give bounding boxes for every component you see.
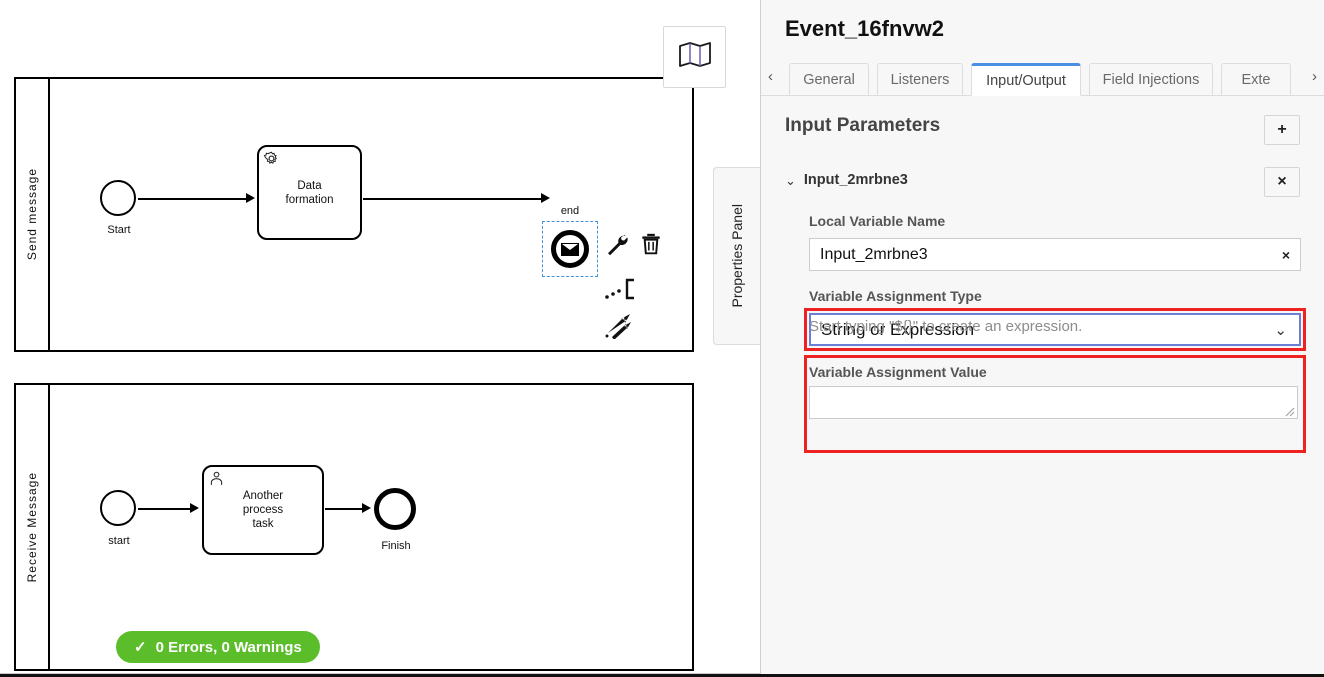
- sequence-flow-start-to-task[interactable]: [138, 198, 248, 200]
- properties-panel-toggle-tab[interactable]: Properties Panel: [713, 167, 760, 345]
- resize-handle-icon[interactable]: [1285, 407, 1295, 417]
- service-task-data-formation[interactable]: Data formation: [257, 145, 362, 240]
- plus-icon: +: [1277, 121, 1287, 138]
- chevron-left-icon[interactable]: ‹: [768, 68, 773, 85]
- pool-label-text-2: Receive Message: [25, 471, 39, 583]
- bpmn-canvas[interactable]: Send message Start Data formation end Re…: [0, 0, 760, 677]
- section-title: Input Parameters: [785, 115, 941, 136]
- tab-listeners[interactable]: Listeners: [877, 63, 963, 96]
- pool-label-receive-message: Receive Message: [16, 385, 50, 669]
- user-task-another-process-task[interactable]: Another process task: [202, 465, 324, 555]
- tab-general[interactable]: General: [789, 63, 869, 96]
- tab-input-output-label: Input/Output: [986, 72, 1066, 89]
- tab-field-injections-label: Field Injections: [1102, 71, 1200, 88]
- remove-parameter-button[interactable]: ×: [1264, 167, 1300, 197]
- status-badge[interactable]: ✓ 0 Errors, 0 Warnings: [116, 631, 320, 663]
- end-event-label: end: [560, 205, 580, 217]
- minimap-toggle-button[interactable]: [663, 26, 726, 88]
- chevron-down-icon[interactable]: ⌄: [785, 174, 796, 187]
- tab-extensions[interactable]: Exte: [1221, 63, 1291, 96]
- variable-assignment-value-label: Variable Assignment Value: [809, 364, 987, 380]
- service-task-label: Data formation: [285, 179, 334, 206]
- pool-send-message[interactable]: Send message Start Data formation end: [14, 77, 694, 352]
- end-event-label-2: Finish: [381, 540, 411, 552]
- local-variable-name-value: Input_2mrbne3: [820, 245, 928, 263]
- close-icon: ×: [1277, 173, 1287, 190]
- status-badge-text: 0 Errors, 0 Warnings: [155, 638, 302, 656]
- properties-panel-toggle-label: Properties Panel: [729, 204, 745, 308]
- sequence-flow-start-to-usertask[interactable]: [138, 508, 192, 510]
- start-event-label: Start: [107, 224, 131, 236]
- add-parameter-button[interactable]: +: [1264, 115, 1300, 145]
- gear-icon: [263, 150, 280, 167]
- tab-extensions-label: Exte: [1241, 71, 1271, 88]
- sequence-flow-arrowhead-3: [190, 503, 199, 513]
- envelope-icon: [561, 242, 579, 256]
- chevron-down-icon-select[interactable]: ⌄: [1274, 321, 1287, 339]
- sequence-flow-task-to-end[interactable]: [363, 198, 543, 200]
- sequence-flow-arrowhead-4: [362, 503, 371, 513]
- user-task-label: Another process task: [242, 490, 284, 530]
- tab-input-output[interactable]: Input/Output: [971, 63, 1081, 96]
- end-event-finish[interactable]: [374, 488, 416, 530]
- pool-label-send-message: Send message: [16, 79, 50, 350]
- chevron-right-icon[interactable]: ›: [1312, 68, 1317, 85]
- variable-assignment-value-hint: Start typing "${}" to create an expressi…: [809, 318, 1083, 335]
- check-icon: ✓: [134, 639, 147, 656]
- variable-assignment-type-label: Variable Assignment Type: [809, 288, 982, 304]
- clear-local-variable-name-icon[interactable]: ×: [1282, 247, 1290, 263]
- parameter-header-row[interactable]: ⌄ Input_2mrbne3: [785, 172, 908, 188]
- trash-icon[interactable]: [638, 231, 664, 262]
- map-icon: [678, 41, 712, 73]
- tab-field-injections[interactable]: Field Injections: [1089, 63, 1213, 96]
- user-icon: [208, 470, 225, 487]
- start-event-label-2: start: [108, 535, 130, 547]
- tab-listeners-label: Listeners: [890, 71, 950, 88]
- pool-label-text: Send message: [25, 168, 39, 261]
- sequence-flow-arrowhead: [246, 193, 255, 203]
- pool-receive-message[interactable]: Receive Message start Another process ta…: [14, 383, 694, 671]
- start-event-receive-message[interactable]: [100, 490, 136, 526]
- message-end-event[interactable]: [551, 230, 589, 268]
- append-icon[interactable]: [604, 275, 638, 310]
- connect-icon[interactable]: [604, 307, 638, 344]
- local-variable-name-label: Local Variable Name: [809, 213, 946, 229]
- tab-bar: ‹ General Listeners Input/Output Field I…: [761, 60, 1324, 96]
- variable-assignment-value-textarea[interactable]: [809, 386, 1298, 419]
- tab-general-label: General: [803, 71, 855, 88]
- parameter-name-label: Input_2mrbne3: [803, 172, 908, 188]
- page-title: Event_16fnvw2: [785, 16, 944, 41]
- properties-panel: Event_16fnvw2 ‹ General Listeners Input/…: [760, 0, 1324, 677]
- sequence-flow-usertask-to-finish[interactable]: [325, 508, 365, 510]
- sequence-flow-arrowhead-2: [541, 193, 550, 203]
- start-event-send-message[interactable]: [100, 180, 136, 216]
- wrench-icon[interactable]: [604, 231, 630, 262]
- local-variable-name-input[interactable]: Input_2mrbne3 ×: [809, 238, 1301, 271]
